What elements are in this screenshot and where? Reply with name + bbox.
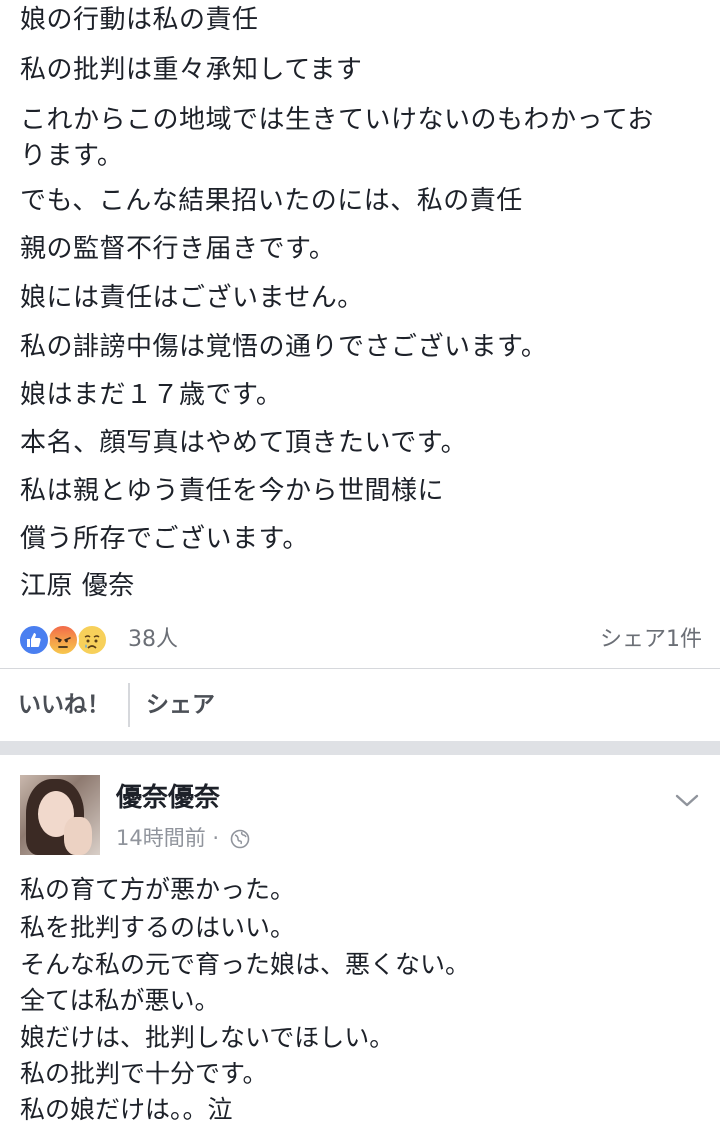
- post-actions-bar: いいね！ シェア: [0, 669, 720, 741]
- post-1-text-line: ります。: [20, 141, 124, 171]
- post-1-text-line: 償う所存でございます。: [20, 524, 309, 554]
- post-2: 優奈優奈 14時間前 · 私の育て方が悪かった。 私を批判するのはいい。 そんな…: [0, 755, 720, 1132]
- post-1-text-line: 娘はまだ１７歳です。: [20, 380, 283, 410]
- post-1-text-line: 親の監督不行き届きです。: [20, 234, 336, 264]
- post-1-text-line: 本名、顔写真はやめて頂きたいです。: [20, 428, 468, 458]
- author-name[interactable]: 優奈優奈: [116, 781, 220, 815]
- post-1-text-line: でも、こんな結果招いたのには、私の責任: [20, 186, 523, 216]
- post-1-text-line: 私の批判は重々承知してます: [20, 55, 363, 85]
- feed-gap: [0, 741, 720, 755]
- action-separator: [128, 683, 130, 727]
- share-button[interactable]: シェア: [146, 683, 215, 727]
- post-2-text-line: 娘だけは、批判しないでほしい。: [20, 1023, 395, 1052]
- like-button[interactable]: いいね！: [18, 683, 110, 727]
- angry-icon: [47, 624, 79, 656]
- sad-icon: [76, 624, 108, 656]
- post-1-text-line: 娘には責任はございません。: [20, 283, 364, 313]
- reactions-summary[interactable]: 38人 シェア1件: [18, 620, 702, 660]
- post-1-author-signature: 江原 優奈: [20, 571, 135, 601]
- post-timestamp[interactable]: 14時間前 ·: [116, 826, 219, 850]
- reaction-count[interactable]: 38人: [128, 623, 178, 657]
- post-1-text-line: これからこの地域では生きていけないのもわかってお: [20, 105, 654, 135]
- post-2-text-line: 私の批判で十分です。: [20, 1059, 268, 1088]
- post-2-text-line: そんな私の元で育った娘は、悪くない。: [20, 950, 471, 979]
- share-count[interactable]: シェア1件: [600, 623, 702, 657]
- post-1-text-line: 娘の行動は私の責任: [20, 5, 259, 35]
- post-1: 娘の行動は私の責任 私の批判は重々承知してます これからこの地域では生きていけな…: [0, 0, 720, 668]
- chevron-down-icon[interactable]: [672, 785, 702, 815]
- post-2-text-line: 全ては私が悪い。: [20, 986, 220, 1015]
- like-icon: [18, 624, 50, 656]
- post-2-text-line: 私の娘だけは。。泣: [20, 1095, 233, 1124]
- post-1-text-line: 私の誹謗中傷は覚悟の通りでさございます。: [20, 332, 548, 362]
- avatar[interactable]: [20, 775, 100, 855]
- globe-icon: [230, 829, 250, 849]
- post-1-text-line: 私は親とゆう責任を今から世間様に: [20, 476, 445, 506]
- post-2-text-line: 私の育て方が悪かった。: [20, 875, 296, 904]
- post-2-text-line: 私を批判するのはいい。: [20, 913, 296, 942]
- post-meta: 14時間前 ·: [116, 823, 250, 853]
